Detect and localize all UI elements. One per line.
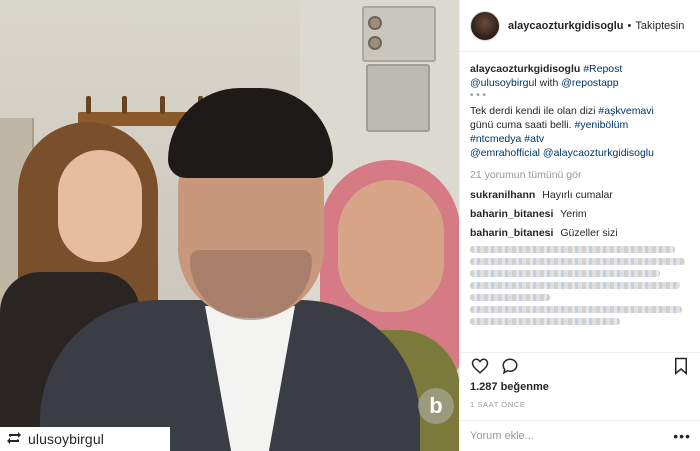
caption-dots: • • • — [470, 90, 487, 101]
follow-status-button[interactable]: Takiptesin — [635, 20, 684, 32]
photo-knob — [368, 16, 382, 30]
comment-item: sukranilhann Hayırlı cumalar — [470, 188, 690, 202]
mention-emrahofficial[interactable]: @emrahofficial — [470, 147, 540, 159]
photo-hook — [160, 96, 165, 114]
photo-electric-panel — [362, 6, 436, 62]
comment-username[interactable]: sukranilhann — [470, 189, 535, 201]
caption-username[interactable]: alaycaozturkgidisoglu — [470, 63, 580, 75]
hashtag-askvemavi[interactable]: #aşkvemavi — [598, 105, 653, 117]
caption-text: Tek derdi kendi ile olan dizi #aşkvemavi… — [470, 104, 690, 160]
blurred-line — [470, 282, 680, 289]
comment-input[interactable] — [470, 430, 674, 442]
view-all-comments-link[interactable]: 21 yorumun tümünü gör — [470, 168, 690, 182]
blurred-line — [470, 270, 660, 277]
comment-username[interactable]: baharin_bitanesi — [470, 208, 553, 220]
post-photo[interactable]: b ulusoybirgul — [0, 0, 459, 451]
comment-item: baharin_bitanesi Güzeller sizi — [470, 226, 690, 240]
caption-with: with — [539, 77, 559, 89]
action-bar — [460, 352, 700, 378]
blurred-line — [470, 318, 620, 325]
likes-count[interactable]: 1.287 beğenme — [470, 381, 549, 393]
more-options-icon[interactable]: ••• — [673, 428, 691, 444]
photo-person-left-face — [58, 150, 142, 262]
caption-repost-tag[interactable]: #Repost — [583, 63, 622, 75]
caption: alaycaozturkgidisoglu #Repost @ulusoybir… — [470, 62, 690, 160]
add-comment-bar: ••• — [460, 420, 700, 451]
header-username[interactable]: alaycaozturkgidisoglu — [508, 20, 624, 32]
comments-section: alaycaozturkgidisoglu #Repost @ulusoybir… — [460, 52, 700, 325]
comment-text: Yerim — [560, 208, 587, 220]
comment-text: Güzeller sizi — [560, 227, 618, 239]
photo-knob — [368, 36, 382, 50]
repost-banner: ulusoybirgul — [0, 427, 170, 451]
comment-item: baharin_bitanesi Yerim — [470, 207, 690, 221]
hashtag-atv[interactable]: #atv — [524, 133, 544, 145]
blurred-line — [470, 294, 550, 301]
blurred-line — [470, 246, 675, 253]
mention-alaycaozturkgidisoglu[interactable]: @alaycaozturkgidisoglu — [543, 147, 654, 159]
comment-username[interactable]: baharin_bitanesi — [470, 227, 553, 239]
blurred-line — [470, 258, 685, 265]
post-sidebar: alaycaozturkgidisoglu • Takiptesin alayc… — [459, 0, 700, 451]
avatar[interactable] — [470, 10, 500, 41]
bookmark-icon[interactable] — [671, 356, 691, 376]
photo-person-right-face — [338, 180, 444, 312]
comment-icon[interactable] — [500, 356, 520, 376]
heart-icon[interactable] — [470, 356, 490, 376]
repost-icon — [6, 431, 22, 448]
photo-hook — [122, 96, 127, 114]
photo-meter-box — [366, 64, 430, 132]
post-timestamp: 1 SAAT ÖNCE — [470, 400, 526, 409]
hashtag-yenibolum[interactable]: #yenibölüm — [574, 119, 628, 131]
header-separator: • — [627, 19, 632, 32]
comment-text: Hayırlı cumalar — [542, 189, 613, 201]
caption-text-1: Tek derdi kendi ile olan dizi — [470, 105, 596, 117]
post-header: alaycaozturkgidisoglu • Takiptesin — [460, 0, 700, 52]
repost-username: ulusoybirgul — [28, 431, 104, 447]
caption-app-user[interactable]: @repostapp — [561, 77, 618, 89]
blurred-line — [470, 306, 682, 313]
photo-hook — [86, 96, 91, 114]
blurred-comments — [470, 246, 690, 325]
watermark-logo: b — [418, 388, 454, 424]
caption-repost-user[interactable]: @ulusoybirgul — [470, 77, 537, 89]
caption-text-2: günü cuma saati belli. — [470, 119, 572, 131]
hashtag-ntcmedya[interactable]: #ntcmedya — [470, 133, 521, 145]
